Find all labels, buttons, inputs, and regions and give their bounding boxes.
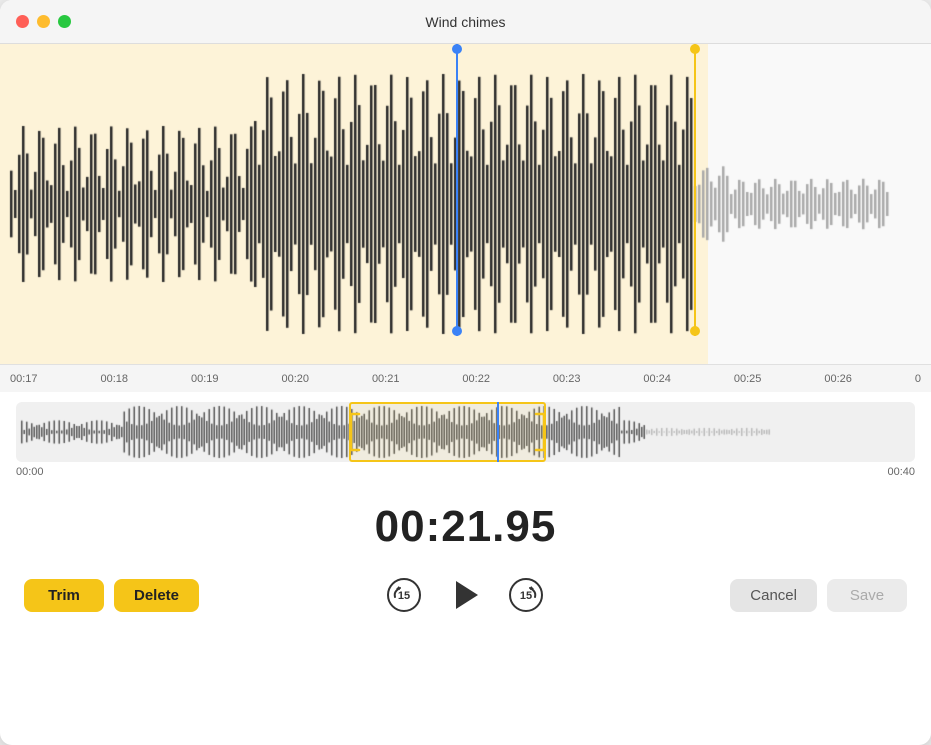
current-time-display: 00:21.95 bbox=[0, 488, 931, 562]
controls-bar: Trim Delete 15 bbox=[0, 562, 931, 636]
title-bar: Wind chimes bbox=[0, 0, 931, 44]
timecode-ruler: 00:17 00:18 00:19 00:20 00:21 00:22 00:2… bbox=[0, 364, 931, 392]
current-time-text: 00:21.95 bbox=[375, 502, 557, 551]
timecode-label-25: 00:25 bbox=[734, 373, 762, 385]
playhead-bottom-handle[interactable] bbox=[452, 326, 462, 336]
timecode-label-26: 00:26 bbox=[824, 373, 852, 385]
trim-end-handle[interactable] bbox=[694, 44, 696, 336]
close-button[interactable] bbox=[16, 15, 29, 28]
timecode-labels: 00:17 00:18 00:19 00:20 00:21 00:22 00:2… bbox=[0, 373, 931, 385]
mini-waveform-section: 00:00 00:40 bbox=[0, 392, 931, 488]
timecode-label-17: 00:17 bbox=[10, 373, 38, 385]
center-controls: 15 15 bbox=[386, 574, 544, 616]
maximize-button[interactable] bbox=[58, 15, 71, 28]
svg-text:15: 15 bbox=[520, 590, 532, 602]
right-controls: Cancel Save bbox=[730, 579, 907, 612]
play-button[interactable] bbox=[444, 574, 486, 616]
trim-button[interactable]: Trim bbox=[24, 579, 104, 612]
mini-selection-bracket[interactable] bbox=[349, 402, 547, 462]
timecode-label-24: 00:24 bbox=[643, 373, 671, 385]
svg-text:15: 15 bbox=[398, 590, 410, 602]
trim-end-bottom-handle[interactable] bbox=[690, 326, 700, 336]
timecode-label-21: 00:21 bbox=[372, 373, 400, 385]
mini-time-start: 00:00 bbox=[16, 466, 44, 478]
timecode-label-20: 00:20 bbox=[281, 373, 309, 385]
minimize-button[interactable] bbox=[37, 15, 50, 28]
timecode-label-end: 0 bbox=[915, 373, 921, 385]
left-controls: Trim Delete bbox=[24, 579, 199, 612]
skip-forward-button[interactable]: 15 bbox=[508, 577, 544, 613]
trim-end-top-handle[interactable] bbox=[690, 44, 700, 54]
playhead-top-handle[interactable] bbox=[452, 44, 462, 54]
mini-time-end: 00:40 bbox=[887, 466, 915, 478]
timecode-label-19: 00:19 bbox=[191, 373, 219, 385]
delete-button[interactable]: Delete bbox=[114, 579, 199, 612]
main-waveform[interactable] bbox=[0, 44, 931, 364]
main-window: Wind chimes 00:17 00:18 00:19 00:20 00:2… bbox=[0, 0, 931, 745]
skip-back-icon: 15 bbox=[386, 577, 422, 613]
window-title: Wind chimes bbox=[425, 14, 505, 30]
timecode-label-18: 00:18 bbox=[100, 373, 128, 385]
timecode-label-22: 00:22 bbox=[462, 373, 490, 385]
cancel-button[interactable]: Cancel bbox=[730, 579, 817, 612]
timecode-label-23: 00:23 bbox=[553, 373, 581, 385]
mini-waveform-wrapper[interactable] bbox=[16, 402, 915, 462]
mini-bracket-left bbox=[349, 404, 363, 460]
mini-time-labels: 00:00 00:40 bbox=[16, 462, 915, 482]
skip-forward-icon: 15 bbox=[508, 577, 544, 613]
playhead[interactable] bbox=[456, 44, 458, 336]
traffic-lights bbox=[16, 15, 71, 28]
mini-playhead[interactable] bbox=[497, 402, 499, 462]
play-icon bbox=[456, 581, 478, 609]
save-button[interactable]: Save bbox=[827, 579, 907, 612]
waveform-canvas bbox=[0, 44, 931, 364]
skip-back-button[interactable]: 15 bbox=[386, 577, 422, 613]
mini-bracket-right bbox=[532, 404, 546, 460]
